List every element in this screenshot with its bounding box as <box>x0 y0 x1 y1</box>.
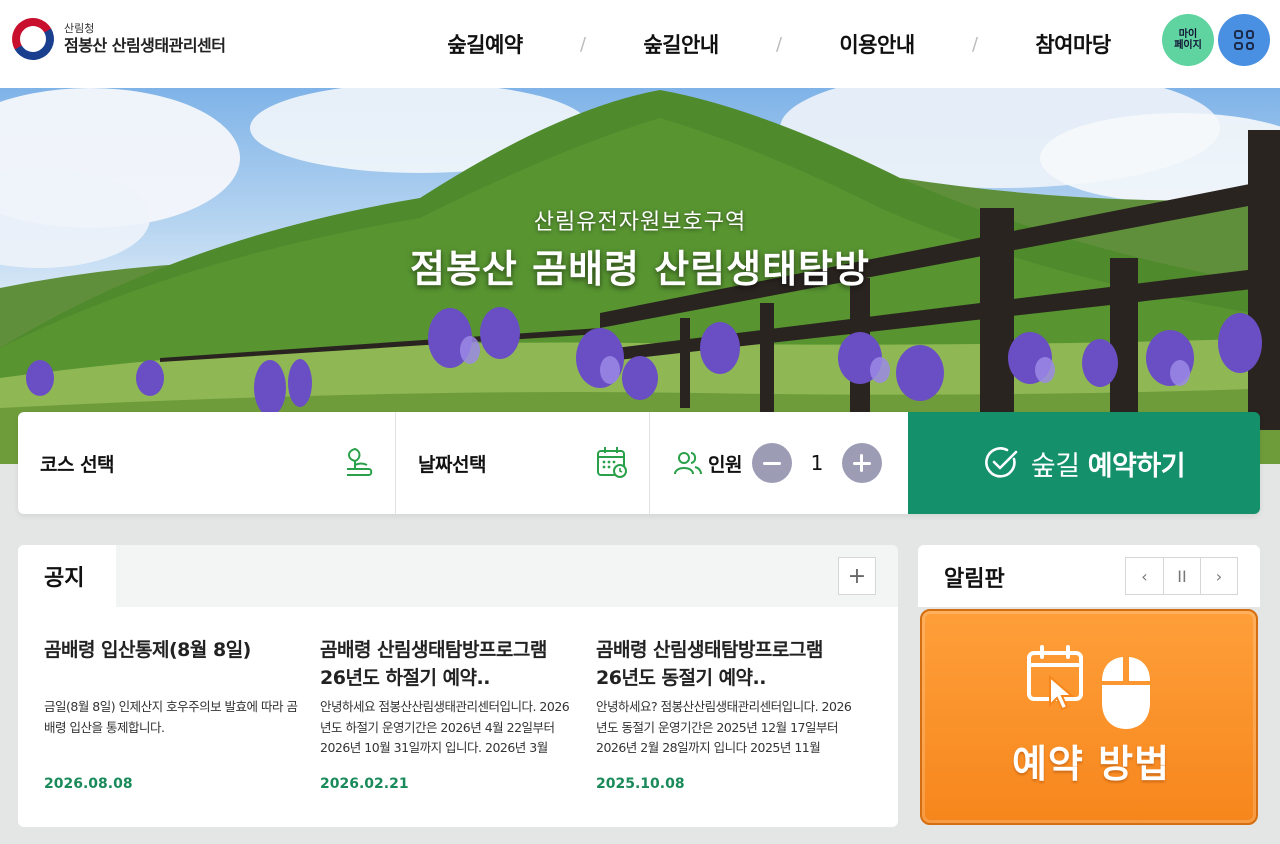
mypage-button[interactable]: 마이 페이지 <box>1162 14 1214 66</box>
notice-list: 곰배령 입산통제(8월 8일) 금일(8월 8일) 인제산지 호우주의보 발효에… <box>18 607 898 792</box>
notice-item[interactable]: 곰배령 산림생태탐방프로그램 26년도 동절기 예약.. 안녕하세요? 점봉산산… <box>596 607 872 792</box>
nav-separator: / <box>971 33 979 55</box>
logo-center-name: 점봉산 산림생태관리센터 <box>64 36 226 56</box>
hero-title: 점봉산 곰배령 산림생태탐방 <box>410 247 870 291</box>
notice-item-desc: 안녕하세요 점봉산산림생태관리센터입니다. 2026년도 하절기 운영기간은 2… <box>320 699 570 756</box>
reserve-button-label: 숲길 예약하기 <box>1030 444 1186 483</box>
notice-item-desc: 안녕하세요? 점봉산산림생태관리센터입니다. 2026년도 동절기 운영기간은 … <box>596 699 852 756</box>
main-nav: 숲길예약 / 숲길안내 / 이용안내 / 참여마당 <box>410 0 1148 88</box>
notice-item-date: 2026.02.21 <box>320 776 409 792</box>
notice-more-button[interactable]: + <box>838 557 876 595</box>
reservation-method-banner[interactable]: 예약 방법 <box>920 609 1258 825</box>
site-logo[interactable]: 산림청 점봉산 산림생태관리센터 <box>4 10 226 68</box>
nav-separator: / <box>579 33 587 55</box>
mypage-label-line2: 페이지 <box>1174 40 1202 51</box>
reservation-method-label: 예약 방법 <box>1011 742 1171 786</box>
nav-usage-guide[interactable]: 이용안내 <box>802 29 952 59</box>
site-header: 산림청 점봉산 산림생태관리센터 숲길예약 / 숲길안내 / 이용안내 / 참여… <box>0 0 1280 88</box>
people-decrease-button[interactable] <box>751 443 792 483</box>
people-label: 인원 <box>708 453 742 476</box>
notice-item-date: 2026.08.08 <box>44 776 133 792</box>
alert-board-title: 알림판 <box>944 567 1005 592</box>
notice-item-desc: 금일(8월 8일) 인제산지 호우주의보 발효에 따라 곰배령 입산을 통제합니… <box>44 699 298 735</box>
people-count-value: 1 <box>810 451 824 475</box>
booking-bar: 코스 선택 날짜선택 인원 1 숲길 예약하기 <box>18 412 1260 514</box>
grid-menu-icon <box>1234 30 1254 50</box>
notice-item-title: 곰배령 입산통제(8월 8일) <box>44 639 251 661</box>
nav-participation[interactable]: 참여마당 <box>998 29 1148 59</box>
calendar-icon <box>597 447 627 478</box>
board-prev-button[interactable]: ‹ <box>1126 558 1163 594</box>
reserve-trail-button[interactable]: 숲길 예약하기 <box>908 412 1260 514</box>
sprout-icon <box>347 447 373 476</box>
people-icon <box>674 452 702 475</box>
board-next-button[interactable]: › <box>1200 558 1237 594</box>
date-select-label: 날짜선택 <box>418 453 486 476</box>
people-increase-button[interactable] <box>841 443 882 483</box>
notice-tab[interactable]: 공지 <box>18 545 116 607</box>
date-select[interactable]: 날짜선택 <box>396 412 650 514</box>
reserve-prefix: 숲길 <box>1030 450 1088 482</box>
nav-separator: / <box>775 33 783 55</box>
notice-item-title: 곰배령 산림생태탐방프로그램 26년도 동절기 예약.. <box>596 639 823 689</box>
mypage-label-line1: 마이 <box>1178 28 1198 40</box>
reserve-bold: 예약하기 <box>1087 450 1186 482</box>
notice-item[interactable]: 곰배령 입산통제(8월 8일) 금일(8월 8일) 인제산지 호우주의보 발효에… <box>44 607 320 792</box>
hero-banner: 산림유전자원보호구역 점봉산 곰배령 산림생태탐방 <box>0 88 1280 464</box>
nav-trail-guide[interactable]: 숲길안내 <box>606 29 756 59</box>
alert-board-header: 알림판 ‹ II › <box>918 545 1260 607</box>
check-circle-icon <box>985 447 1018 478</box>
board-pause-button[interactable]: II <box>1163 558 1200 594</box>
course-select-label: 코스 선택 <box>40 453 115 476</box>
course-select[interactable]: 코스 선택 <box>18 412 396 514</box>
alert-board-controls: ‹ II › <box>1125 557 1238 595</box>
logo-agency: 산림청 <box>64 22 95 36</box>
taegeuk-emblem-icon <box>4 10 62 68</box>
calendar-cursor-icon <box>1027 645 1083 711</box>
notice-header: 공지 + <box>18 545 898 607</box>
notice-panel: 공지 + 곰배령 입산통제(8월 8일) 금일(8월 8일) 인제산지 호우주의… <box>18 545 898 827</box>
logo-text: 산림청 점봉산 산림생태관리센터 <box>64 23 226 55</box>
notice-item-title: 곰배령 산림생태탐방프로그램 26년도 하절기 예약.. <box>320 639 547 689</box>
notice-item[interactable]: 곰배령 산림생태탐방프로그램 26년도 하절기 예약.. 안녕하세요 점봉산산림… <box>320 607 596 792</box>
hero-subtitle: 산림유전자원보호구역 <box>533 210 747 235</box>
mouse-icon <box>1102 657 1150 729</box>
nav-trail-reservation[interactable]: 숲길예약 <box>410 29 560 59</box>
people-count-control: 인원 1 <box>650 412 908 514</box>
notice-item-date: 2025.10.08 <box>596 776 685 792</box>
all-menu-button[interactable] <box>1218 14 1270 66</box>
